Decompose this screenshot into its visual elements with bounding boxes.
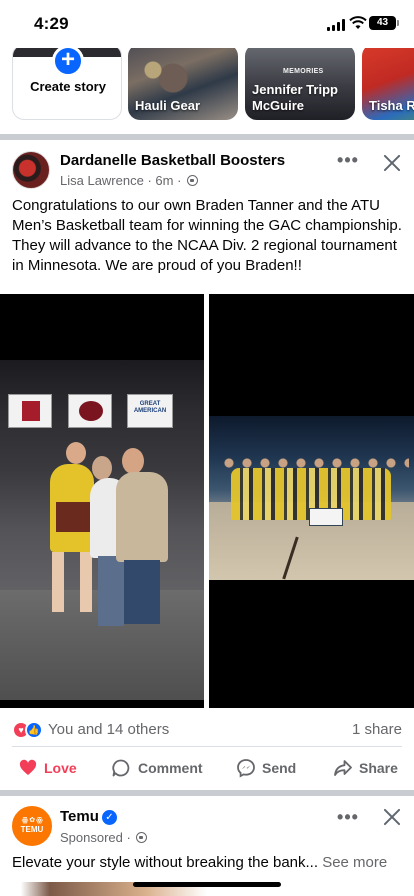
see-more-link[interactable]: See more xyxy=(322,854,387,871)
status-time: 4:29 xyxy=(34,14,69,33)
banner-flag xyxy=(8,394,52,428)
banner-flag: GREAT AMERICAN xyxy=(127,394,173,428)
send-label: Send xyxy=(262,760,297,776)
banner-text: GREAT AMERICAN xyxy=(133,401,167,414)
ad-body-text: Elevate your style without breaking the … xyxy=(12,854,319,871)
shares-count[interactable]: 1 share xyxy=(352,721,402,738)
post-body: Congratulations to our own Braden Tanner… xyxy=(12,197,402,274)
comment-label: Comment xyxy=(138,760,203,776)
person-leg xyxy=(80,552,92,612)
advertiser-name-text: Temu xyxy=(60,808,99,825)
person-head xyxy=(122,448,144,474)
story-author-name: Jennifer Tripp McGuire xyxy=(252,82,338,113)
close-icon[interactable] xyxy=(381,152,403,174)
home-indicator[interactable] xyxy=(133,882,281,887)
meta-separator: · xyxy=(177,173,182,188)
create-story-label: Create story xyxy=(30,79,106,94)
story-author-name: Tisha Richard xyxy=(369,98,414,113)
photo-scene xyxy=(209,416,414,580)
cellular-signal-icon xyxy=(327,19,345,31)
sponsored-label[interactable]: Sponsored xyxy=(60,830,123,845)
page-name[interactable]: Dardanelle Basketball Boosters xyxy=(60,152,285,169)
status-bar: 4:29 43 xyxy=(0,0,414,48)
story-card[interactable]: Hauli Gear xyxy=(128,48,238,120)
comment-icon xyxy=(112,759,130,777)
person-head xyxy=(66,442,86,464)
post-photo[interactable] xyxy=(209,294,414,708)
post-meta: Lisa Lawrence · 6m · xyxy=(60,173,199,188)
person-leg xyxy=(52,552,64,612)
love-button[interactable]: Love xyxy=(18,756,77,780)
action-divider xyxy=(12,746,402,747)
heart-outline-icon xyxy=(19,759,37,775)
comment-button[interactable]: Comment xyxy=(111,756,203,780)
reactions-count: You and 14 others xyxy=(48,721,170,738)
verified-badge-icon: ✓ xyxy=(101,810,117,825)
player-heads xyxy=(219,456,409,470)
create-story-card[interactable]: + Create story xyxy=(12,48,122,120)
close-icon[interactable] xyxy=(381,806,403,828)
story-card[interactable]: Tisha Richard xyxy=(362,48,414,120)
section-divider xyxy=(0,134,414,140)
person-head xyxy=(92,456,112,480)
post-photo[interactable]: GREAT AMERICAN xyxy=(0,294,204,708)
share-label: Share xyxy=(359,760,398,776)
temu-logo-text: TEMU xyxy=(20,825,44,834)
photo-scene: GREAT AMERICAN xyxy=(0,360,204,700)
temu-logo: ꙮ ✿ ꙮ TEMU xyxy=(20,817,44,834)
person-jeans xyxy=(124,560,160,624)
meta-separator: · xyxy=(126,830,131,845)
globe-icon xyxy=(136,832,148,843)
ad-meta: Sponsored · xyxy=(60,830,148,845)
advertiser-name[interactable]: Temu ✓ xyxy=(60,808,117,825)
post-author[interactable]: Lisa Lawrence xyxy=(60,173,144,188)
send-button[interactable]: Send xyxy=(236,756,296,780)
page-avatar[interactable] xyxy=(12,151,50,189)
advertiser-avatar[interactable]: ꙮ ✿ ꙮ TEMU xyxy=(12,806,52,846)
share-icon xyxy=(334,760,352,776)
love-label: Love xyxy=(44,760,77,776)
person-jeans xyxy=(98,556,124,626)
banner-flag xyxy=(68,394,112,428)
section-divider xyxy=(0,790,414,796)
person-jacket xyxy=(116,472,168,562)
battery-indicator: 43 xyxy=(369,16,399,30)
wifi-icon xyxy=(349,16,367,29)
story-overlay-text: MEMORIES xyxy=(283,68,324,75)
meta-separator: · xyxy=(147,173,152,188)
championship-banner xyxy=(309,508,343,526)
share-button[interactable]: Share xyxy=(333,756,398,780)
story-card[interactable]: MEMORIES Jennifer Tripp McGuire xyxy=(245,48,355,120)
story-author-name: Hauli Gear xyxy=(135,98,201,113)
messenger-icon xyxy=(237,759,255,778)
post-time[interactable]: 6m xyxy=(155,173,173,188)
globe-icon xyxy=(187,175,199,186)
trophy xyxy=(56,502,90,532)
more-icon[interactable]: ••• xyxy=(336,151,360,175)
more-icon[interactable]: ••• xyxy=(336,808,360,832)
plus-icon[interactable]: + xyxy=(52,48,84,77)
post-action-bar: Love Comment Send Share xyxy=(0,752,414,784)
stories-row: + Create story Hauli Gear MEMORIES Jenni… xyxy=(0,48,414,126)
like-reaction-icon: 👍 xyxy=(25,721,43,739)
ad-body: Elevate your style without breaking the … xyxy=(12,854,387,871)
